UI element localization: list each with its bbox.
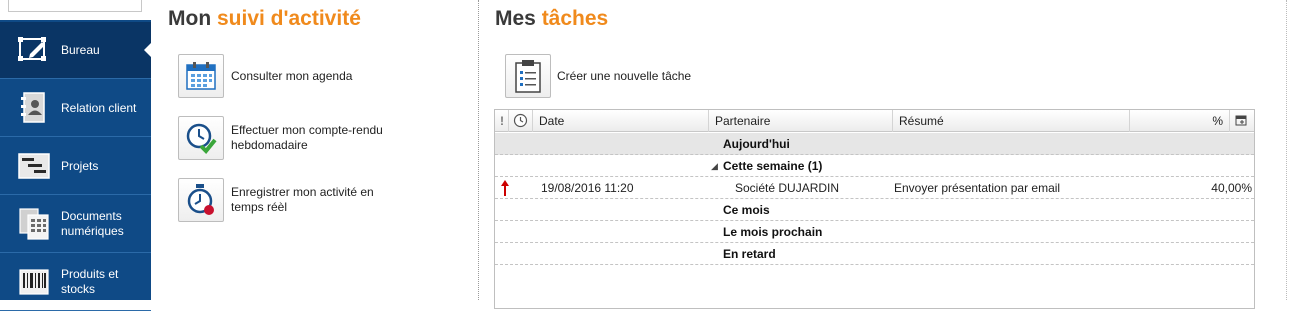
clipboard-list-icon [505,54,551,98]
sidebar-item-label: Bureau [61,42,100,57]
activity-title: Mon suivi d'activité [168,7,361,31]
new-task-action[interactable]: Créer une nouvelle tâche [505,54,737,98]
group-label: Cette semaine (1) [723,159,823,173]
expand-triangle-icon[interactable]: ◢ [711,155,718,177]
group-row-today[interactable]: Aujourd'hui [495,133,1254,155]
column-header-date[interactable]: Date [533,110,709,132]
scanned-document-icon [17,208,51,240]
gantt-chart-icon [17,150,51,182]
clock-icon [513,113,528,131]
tasks-title-accent: tâches [541,7,609,30]
group-label: Le mois prochain [723,225,823,239]
action-label: Consulter mon agenda [231,68,353,83]
right-edge-divider [1286,0,1287,300]
task-date: 19/08/2016 11:20 [541,181,634,195]
column-header-partner[interactable]: Partenaire [709,110,893,132]
desk-edit-icon [17,34,51,66]
tasks-title: Mes tâches [495,7,608,31]
sidebar-item-documents-numeriques[interactable]: Documents numériques [0,196,151,253]
address-book-icon [17,92,51,124]
sidebar-item-label: Relation client [61,100,137,115]
sidebar-item-relation-client[interactable]: Relation client [0,80,151,137]
task-partner: Société DUJARDIN [735,181,840,195]
sidebar: Bureau Relation client Projets Documents… [0,0,152,311]
tasks-title-prefix: Mes [495,7,542,30]
clock-check-icon [178,116,224,160]
barcode-icon [17,266,51,298]
new-task-label: Créer une nouvelle tâche [557,68,692,83]
activity-title-accent: suivi d'activité [216,7,361,30]
column-chooser-button[interactable] [1230,110,1254,132]
column-chooser-icon [1235,115,1247,130]
column-divider [478,0,479,300]
column-header-percent[interactable]: % [1130,110,1230,132]
weekly-report-action[interactable]: Effectuer mon compte-rendu hebdomadaire [178,116,401,160]
group-label: Aujourd'hui [723,137,790,151]
action-label: Effectuer mon compte-rendu hebdomadaire [231,123,383,152]
sidebar-search-input[interactable] [8,0,142,12]
column-header-priority[interactable]: ! [495,110,509,132]
activity-title-prefix: Mon [168,7,217,30]
column-header-summary[interactable]: Résumé [893,110,1130,132]
column-header-reminder[interactable] [509,110,533,132]
stopwatch-record-icon [178,178,224,222]
consult-agenda-action[interactable]: Consulter mon agenda [178,54,381,98]
action-label: Enregistrer mon activité en temps réèl [231,185,374,214]
active-pointer [144,42,152,58]
sidebar-item-label: Produits et stocks [61,267,119,296]
tasks-table: ! Date Partenaire Résumé % Aujourd'hui ◢… [494,109,1255,309]
sidebar-item-projets[interactable]: Projets [0,138,151,195]
table-row[interactable]: 19/08/2016 11:20 Société DUJARDIN Envoye… [495,177,1254,199]
group-label: En retard [723,247,776,261]
group-row-overdue[interactable]: En retard [495,243,1254,265]
group-row-next-month[interactable]: Le mois prochain [495,221,1254,243]
table-header: ! Date Partenaire Résumé % [495,110,1254,132]
sidebar-item-label: Documents numériques [61,209,124,238]
calendar-icon [178,54,224,98]
group-row-this-month[interactable]: Ce mois [495,199,1254,221]
group-row-this-week[interactable]: ◢ Cette semaine (1) [495,155,1254,177]
record-activity-action[interactable]: Enregistrer mon activité en temps réèl [178,178,401,222]
task-summary: Envoyer présentation par email [894,181,1061,195]
task-percent: 40,00% [1211,181,1252,195]
sidebar-item-produits-et-stocks[interactable]: Produits et stocks [0,254,151,311]
sidebar-item-bureau[interactable]: Bureau [0,22,152,79]
sidebar-item-label: Projets [61,158,99,173]
group-label: Ce mois [723,203,770,217]
